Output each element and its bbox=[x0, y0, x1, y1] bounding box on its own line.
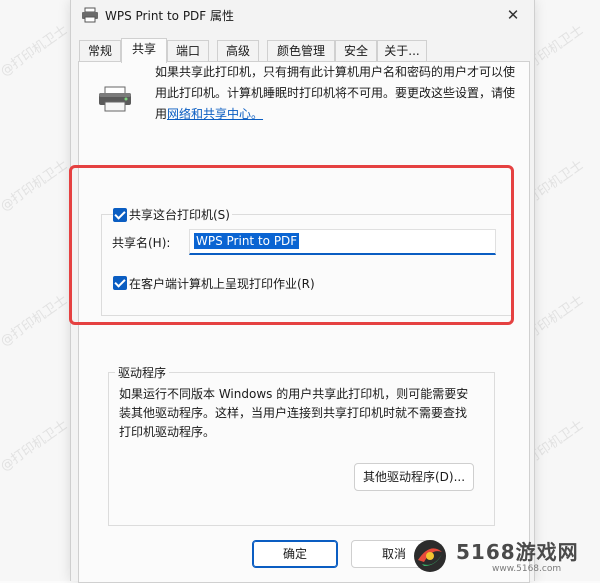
tab-general[interactable]: 常规 bbox=[79, 40, 121, 61]
close-icon[interactable]: ✕ bbox=[502, 5, 524, 25]
highlight-box bbox=[69, 165, 514, 325]
drivers-group-title: 驱动程序 bbox=[115, 364, 170, 381]
tab-sharing[interactable]: 共享 bbox=[121, 38, 167, 63]
description-line: 用网络和共享中心。 bbox=[155, 104, 515, 125]
printer-icon bbox=[99, 86, 131, 112]
description-line: 用此打印机。计算机睡眠时打印机将不可用。要更改这些设置，请使 bbox=[155, 86, 516, 100]
tab-ports[interactable]: 端口 bbox=[167, 40, 209, 61]
tab-color-management[interactable]: 颜色管理 bbox=[267, 40, 335, 61]
site-logo: 5168游戏网 www.5168.com bbox=[400, 532, 600, 581]
drivers-description: 如果运行不同版本 Windows 的用户共享此打印机，则可能需要安 装其他驱动程… bbox=[119, 385, 483, 442]
drivers-line: 如果运行不同版本 Windows 的用户共享此打印机，则可能需要安 bbox=[119, 387, 469, 401]
drivers-line: 打印机驱动程序。 bbox=[119, 425, 216, 439]
drivers-group: 驱动程序 如果运行不同版本 Windows 的用户共享此打印机，则可能需要安 装… bbox=[108, 364, 495, 526]
logo-icon bbox=[414, 540, 446, 572]
sharing-description: 如果共享此打印机，只有拥有此计算机用户名和密码的用户才可以使 用此打印机。计算机… bbox=[155, 62, 515, 125]
tab-security[interactable]: 安全 bbox=[335, 40, 377, 61]
tab-advanced[interactable]: 高级 bbox=[217, 40, 259, 61]
network-sharing-center-link[interactable]: 网络和共享中心。 bbox=[167, 107, 263, 121]
ok-button[interactable]: 确定 bbox=[252, 540, 338, 568]
drivers-line: 装其他驱动程序。这样，当用户连接到共享打印机时就不需要查找 bbox=[119, 406, 468, 420]
description-line: 如果共享此打印机，只有拥有此计算机用户名和密码的用户才可以使 bbox=[155, 65, 516, 79]
logo-text: 5168游戏网 bbox=[456, 540, 579, 564]
logo-url: www.5168.com bbox=[492, 564, 562, 574]
additional-drivers-button[interactable]: 其他驱动程序(D)... bbox=[354, 463, 474, 491]
tab-about[interactable]: 关于... bbox=[377, 40, 427, 61]
printer-icon bbox=[82, 7, 98, 23]
description-text: 用 bbox=[155, 107, 168, 121]
window-title: WPS Print to PDF 属性 bbox=[105, 9, 235, 23]
title-bar: WPS Print to PDF 属性 ✕ bbox=[71, 0, 534, 30]
